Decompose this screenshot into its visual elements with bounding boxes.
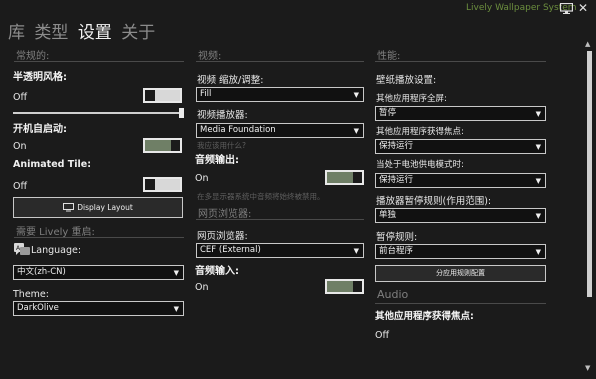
animated-tile-state: Off — [13, 181, 28, 192]
audio-input-label: 音频输入: — [195, 266, 239, 277]
language-icon: A — [14, 243, 30, 255]
video-divider — [196, 61, 364, 62]
nav-settings[interactable]: 设置 — [78, 23, 112, 43]
chevron-down-icon: ▼ — [353, 247, 359, 255]
pause-rules-select[interactable]: 前台程序 ▼ — [375, 244, 546, 259]
opacity-slider-thumb[interactable] — [179, 108, 184, 118]
video-scaling-select[interactable]: Fill ▼ — [196, 87, 364, 102]
toggle-fill — [145, 140, 171, 151]
language-label: Language: — [31, 245, 82, 256]
language-select[interactable]: 中文(zh-CN) ▼ — [13, 265, 184, 280]
browser-label: 网页浏览器: — [197, 231, 248, 242]
browser-divider — [196, 219, 364, 220]
fullscreen-select[interactable]: 暂停 ▼ — [375, 106, 546, 121]
video-player-label: 视频播放器: — [197, 110, 248, 121]
theme-value: DarkOlive — [17, 303, 59, 313]
opacity-slider-track[interactable] — [13, 112, 183, 114]
audio-header: Audio — [377, 288, 409, 301]
audio-focus-state: Off — [375, 330, 390, 341]
scroll-down-arrow-icon[interactable]: ▼ — [585, 364, 590, 372]
display-icon — [63, 203, 75, 212]
browser-select[interactable]: CEF (External) ▼ — [196, 243, 364, 258]
animated-tile-toggle[interactable] — [143, 177, 182, 192]
battery-value: 保持运行 — [379, 175, 414, 185]
close-icon[interactable]: ✕ — [578, 2, 588, 14]
audio-input-toggle[interactable] — [325, 279, 364, 294]
audio-output-label: 音频输出: — [195, 155, 239, 166]
audio-hint: 在多显示器系统中音频将始终被禁用。 — [197, 192, 325, 201]
pause-rule-value: 单独 — [379, 210, 397, 220]
theme-label: Theme: — [13, 289, 49, 300]
nav-type[interactable]: 类型 — [34, 23, 68, 43]
toggle-fill — [327, 281, 353, 292]
fullscreen-value: 暂停 — [379, 108, 397, 118]
chevron-down-icon: ▼ — [173, 305, 179, 313]
language-value: 中文(zh-CN) — [17, 267, 66, 277]
toggle-fill — [155, 90, 180, 101]
audio-input-state: On — [195, 282, 209, 293]
scroll-up-arrow-icon[interactable]: ▲ — [585, 40, 590, 48]
browser-value: CEF (External) — [200, 245, 261, 255]
video-scaling-label: 视频 缩放/调整: — [197, 75, 264, 86]
what-should-i-use-link[interactable]: 我应该用什么? — [197, 140, 246, 151]
chevron-down-icon: ▼ — [353, 91, 359, 99]
scrollbar-thumb[interactable] — [587, 51, 592, 297]
animated-tile-label: Animated Tile: — [13, 159, 92, 170]
chevron-down-icon: ▼ — [173, 269, 179, 277]
video-player-value: Media Foundation — [200, 125, 276, 135]
translucent-label: 半透明风格: — [13, 72, 67, 83]
chevron-down-icon: ▼ — [535, 177, 541, 185]
performance-divider — [375, 61, 546, 62]
toggle-fill — [327, 172, 353, 183]
focus-label: 其他应用程序获得焦点: — [376, 127, 464, 137]
restart-divider — [14, 237, 184, 238]
focus-select[interactable]: 保持运行 ▼ — [375, 139, 546, 154]
translucent-toggle[interactable] — [143, 88, 182, 103]
chevron-down-icon: ▼ — [535, 248, 541, 256]
video-header: 视频: — [198, 51, 222, 62]
pause-rule-select[interactable]: 单独 ▼ — [375, 208, 546, 223]
chevron-down-icon: ▼ — [535, 110, 541, 118]
wallpaper-play-label: 壁纸播放设置: — [376, 75, 437, 86]
toggle-fill — [155, 179, 180, 190]
app-rules-button[interactable]: 分应用规则配置 — [375, 265, 546, 282]
fullscreen-label: 其他应用程序全屏: — [376, 94, 447, 104]
focus-value: 保持运行 — [379, 141, 414, 151]
pause-rule-label: 播放器暂停规则(作用范围): — [376, 196, 492, 207]
battery-label: 当处于电池供电模式时: — [376, 160, 464, 170]
audio-focus-label: 其他应用程序获得焦点: — [375, 311, 474, 322]
audio-output-toggle[interactable] — [325, 170, 364, 185]
general-header: 常规的: — [16, 51, 50, 62]
display-layout-button[interactable]: Display Layout — [13, 197, 183, 218]
startup-label: 开机自启动: — [13, 124, 67, 135]
video-scaling-value: Fill — [200, 89, 212, 99]
pause-rules-label: 暂停规则: — [376, 232, 418, 243]
general-divider — [14, 61, 184, 62]
translucent-state: Off — [13, 92, 28, 103]
theme-select[interactable]: DarkOlive ▼ — [13, 301, 184, 316]
monitor-icon[interactable] — [560, 3, 573, 14]
nav-about[interactable]: 关于 — [121, 23, 155, 43]
pause-rules-value: 前台程序 — [379, 246, 414, 256]
nav-library[interactable]: 库 — [8, 23, 25, 43]
chevron-down-icon: ▼ — [353, 127, 359, 135]
audio-output-state: On — [195, 173, 209, 184]
performance-header: 性能: — [377, 51, 401, 62]
browser-header: 网页浏览器: — [198, 209, 252, 220]
startup-state: On — [13, 141, 27, 152]
display-layout-label: Display Layout — [77, 203, 133, 212]
video-player-select[interactable]: Media Foundation ▼ — [196, 123, 364, 138]
main-nav: 库 类型 设置 关于 — [8, 18, 159, 43]
battery-select[interactable]: 保持运行 ▼ — [375, 173, 546, 188]
chevron-down-icon: ▼ — [535, 212, 541, 220]
audio-divider — [375, 303, 546, 304]
chevron-down-icon: ▼ — [535, 143, 541, 151]
restart-header: 需要 Lively 重启: — [16, 227, 95, 238]
startup-toggle[interactable] — [143, 138, 182, 153]
